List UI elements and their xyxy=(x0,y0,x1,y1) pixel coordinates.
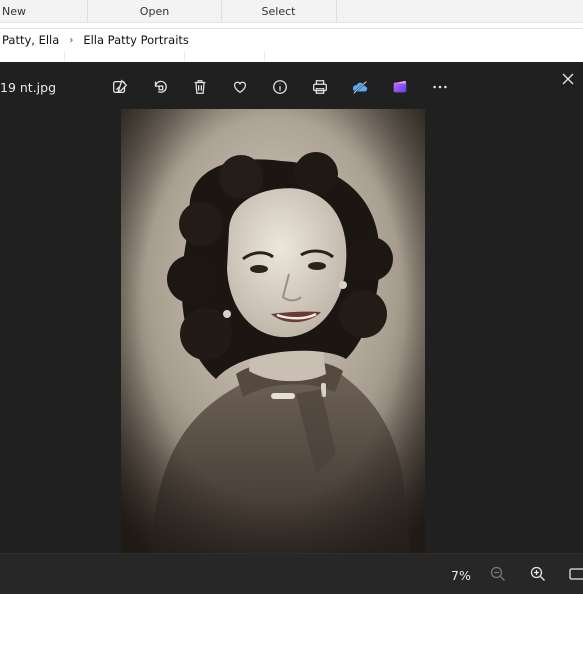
delete-icon[interactable] xyxy=(180,76,220,98)
info-icon[interactable] xyxy=(260,76,300,98)
more-icon[interactable] xyxy=(420,76,460,98)
zoom-out-icon[interactable] xyxy=(489,565,507,583)
viewer-toolbar xyxy=(100,76,460,98)
new-button[interactable]: New xyxy=(0,0,88,22)
breadcrumb-item-portraits[interactable]: Ella Patty Portraits xyxy=(81,33,191,47)
clipchamp-icon[interactable] xyxy=(380,76,420,98)
zoom-level: 7% xyxy=(451,568,471,583)
file-name: 19 nt.jpg xyxy=(0,80,57,95)
close-icon[interactable] xyxy=(561,72,575,86)
portrait-photo xyxy=(121,109,425,554)
fit-to-window-icon[interactable] xyxy=(568,565,583,583)
explorer-ribbon: New Open Select xyxy=(0,0,583,23)
select-button[interactable]: Select xyxy=(221,0,337,22)
chevron-right-icon: › xyxy=(69,34,74,46)
viewer-bottom-bar: 7% xyxy=(0,553,583,595)
breadcrumb[interactable]: Patty, Ella › Ella Patty Portraits xyxy=(0,28,583,52)
onedrive-icon[interactable] xyxy=(340,76,380,98)
rotate-icon[interactable] xyxy=(140,76,180,98)
edit-image-icon[interactable] xyxy=(100,76,140,98)
column-header-strip xyxy=(0,51,583,61)
open-button[interactable]: Open xyxy=(88,0,222,22)
print-icon[interactable] xyxy=(300,76,340,98)
favorite-icon[interactable] xyxy=(220,76,260,98)
breadcrumb-item-patty-ella[interactable]: Patty, Ella xyxy=(0,33,61,47)
photo-viewer: 19 nt.jpg 7% xyxy=(0,62,583,595)
zoom-in-icon[interactable] xyxy=(529,565,547,583)
explorer-content-area xyxy=(0,594,583,654)
